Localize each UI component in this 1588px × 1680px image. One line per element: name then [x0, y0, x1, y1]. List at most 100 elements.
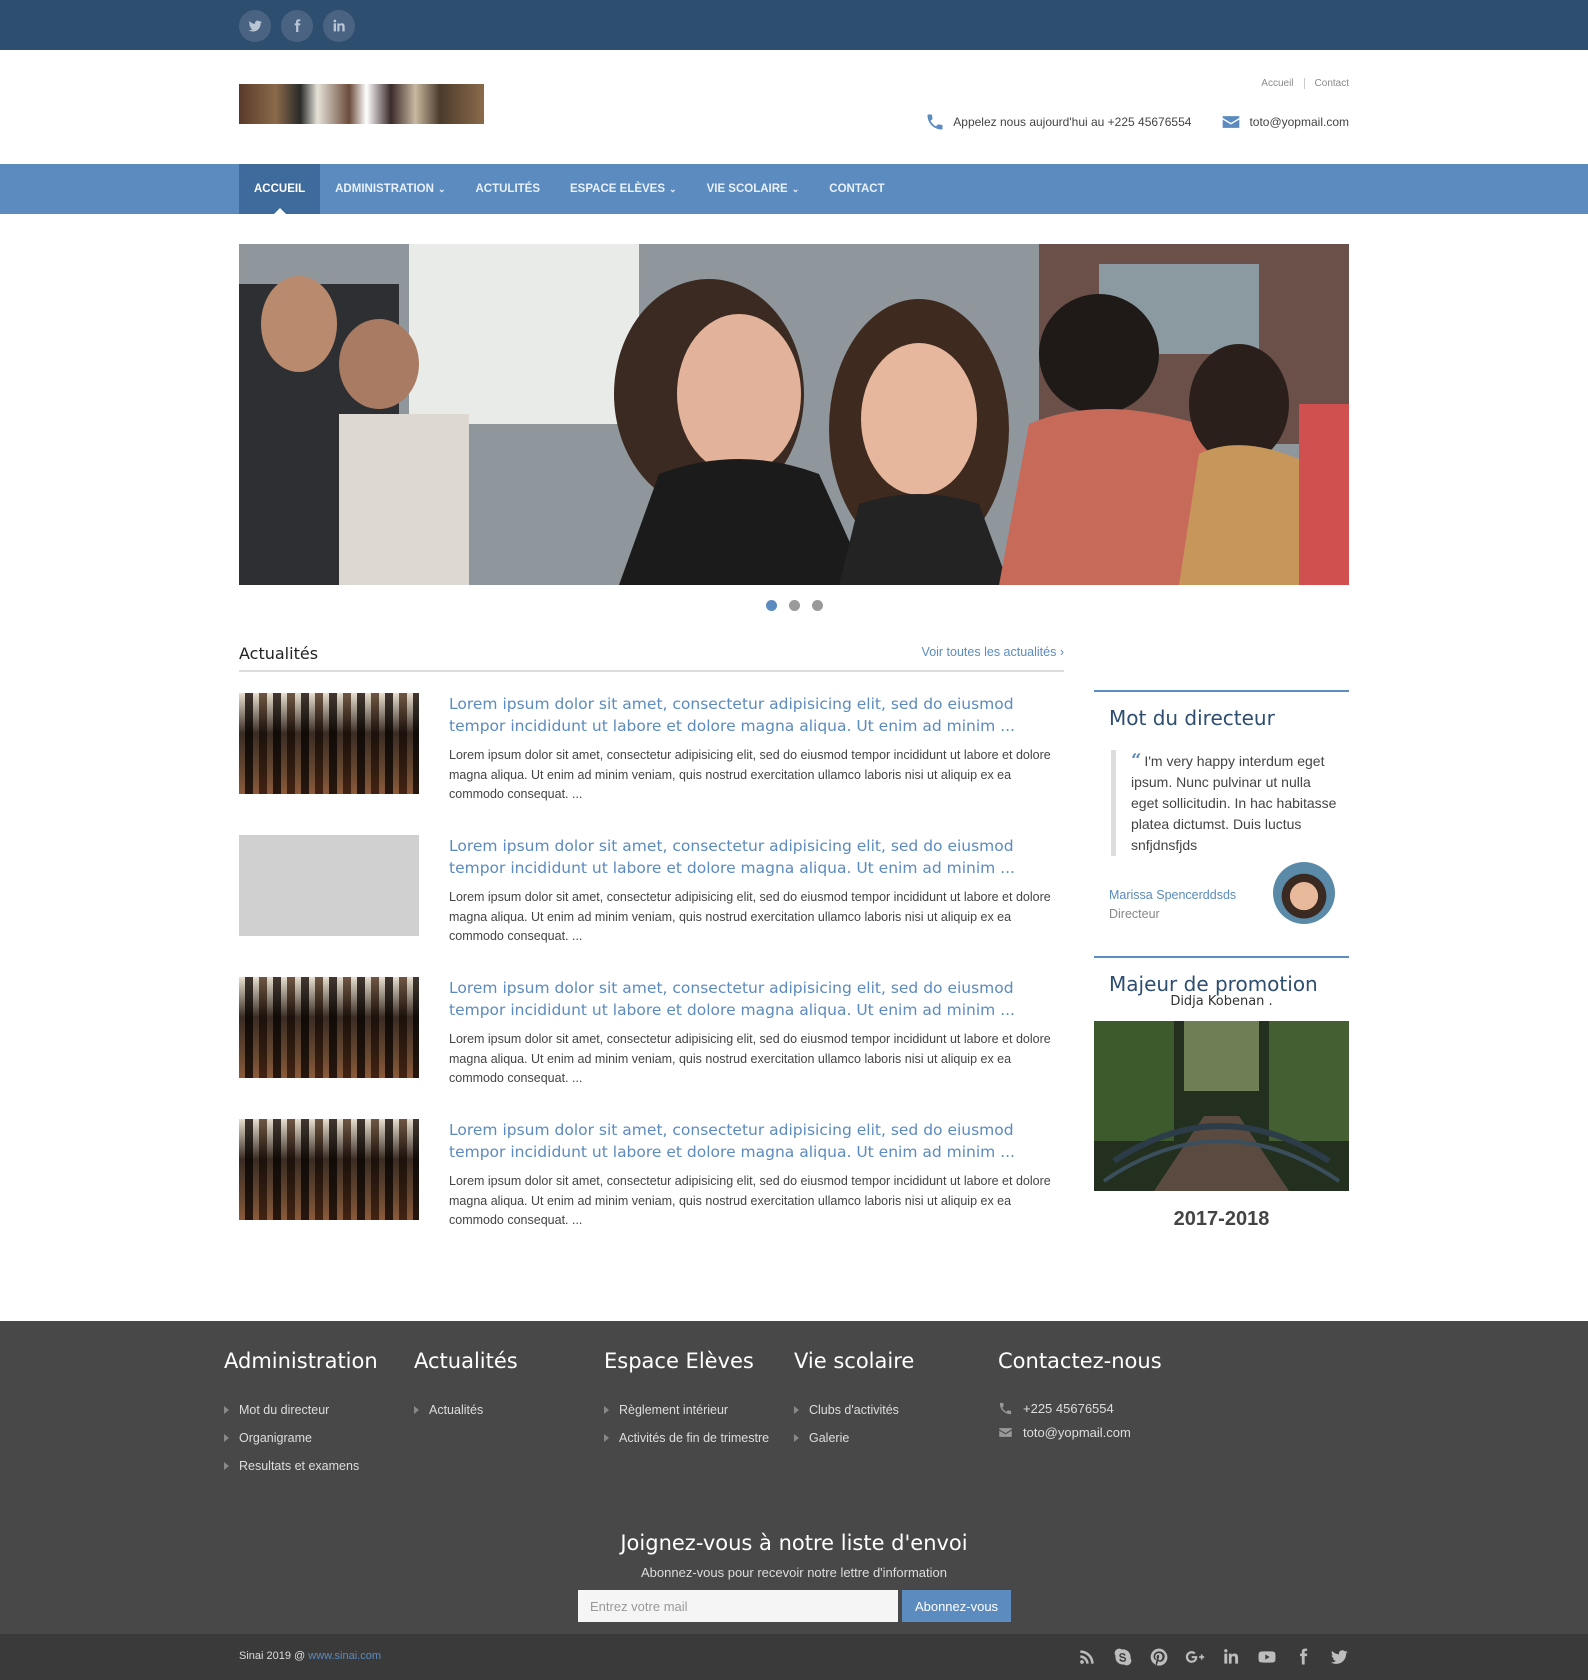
footer-column-title: Vie scolaire [794, 1349, 915, 1373]
hero-slider[interactable] [239, 244, 1349, 585]
bottom-social-links [1077, 1647, 1349, 1667]
slider-dots [0, 600, 1588, 611]
phone-icon [927, 114, 943, 130]
promo-student-name: Didja Kobenan . [1170, 994, 1273, 1009]
nav-label: ACTULITÉS [475, 183, 541, 195]
footer-email: toto@yopmail.com [998, 1420, 1162, 1444]
twitter-icon[interactable] [239, 10, 271, 42]
footer-column-vie-scolaire: Vie scolaire Clubs d'activités Galerie [794, 1349, 914, 1452]
header-email: toto@yopmail.com [1221, 112, 1349, 132]
footer-link[interactable]: Actualités [414, 1396, 518, 1424]
news-thumbnail[interactable] [239, 835, 419, 936]
director-title: Mot du directeur [1109, 706, 1275, 730]
main-nav: ACCUEIL ADMINISTRATION ⌄ ACTULITÉS ESPACE… [0, 164, 1588, 214]
news-excerpt: Lorem ipsum dolor sit amet, consectetur … [449, 1032, 1051, 1085]
footer-contact-title: Contactez-nous [998, 1349, 1162, 1373]
footer-link[interactable]: Galerie [794, 1424, 914, 1452]
footer-link[interactable]: Règlement intérieur [604, 1396, 769, 1424]
footer-phone: +225 45676554 [998, 1396, 1162, 1420]
site-logo[interactable] [239, 84, 484, 124]
site-link[interactable]: www.sinai.com [308, 1650, 381, 1662]
promo-image [1094, 1021, 1349, 1191]
footer-link-label: Clubs d'activités [809, 1403, 899, 1417]
director-quote-text: I'm very happy interdum eget ipsum. Nunc… [1131, 753, 1337, 853]
header-contact: Appelez nous aujourd'hui au +225 4567655… [925, 112, 1349, 132]
quote-icon: “ [1131, 750, 1142, 771]
footer-link[interactable]: Resultats et examens [224, 1452, 378, 1480]
footer-link[interactable]: Clubs d'activités [794, 1396, 914, 1424]
news-thumbnail[interactable] [239, 693, 419, 794]
news-thumbnail[interactable] [239, 977, 419, 1078]
pinterest-icon[interactable] [1149, 1647, 1169, 1667]
nav-item-vie-scolaire[interactable]: VIE SCOLAIRE ⌄ [692, 164, 815, 214]
footer-link-label: Activités de fin de trimestre [619, 1431, 770, 1445]
newsletter-title: Joignez-vous à notre liste d'envoi [620, 1531, 968, 1555]
footer-link[interactable]: Mot du directeur [224, 1396, 378, 1424]
copyright: Sinai 2019 @ www.sinai.com [239, 1650, 381, 1662]
nav-item-administration[interactable]: ADMINISTRATION ⌄ [320, 164, 460, 214]
footer-phone-text: +225 45676554 [1023, 1400, 1114, 1416]
google-plus-icon[interactable] [1185, 1647, 1205, 1667]
news-excerpt: Lorem ipsum dolor sit amet, consectetur … [449, 748, 1051, 801]
director-name[interactable]: Marissa Spencerddsds [1109, 888, 1236, 902]
footer-link[interactable]: Activités de fin de trimestre [604, 1424, 769, 1452]
news-item: Lorem ipsum dolor sit amet, consectetur … [239, 1119, 1064, 1229]
caret-right-icon [604, 1406, 609, 1414]
header-link-accueil[interactable]: Accueil [1251, 78, 1303, 89]
news-headline[interactable]: Lorem ipsum dolor sit amet, consectetur … [449, 1119, 1049, 1163]
news-item: Lorem ipsum dolor sit amet, consectetur … [239, 693, 1064, 803]
facebook-icon[interactable] [1293, 1647, 1313, 1667]
footer-column-title: Administration [224, 1349, 378, 1373]
rss-icon[interactable] [1077, 1647, 1097, 1667]
header-phone-text: Appelez nous aujourd'hui au +225 4567655… [953, 115, 1192, 129]
slider-dot[interactable] [765, 600, 777, 611]
caret-right-icon [414, 1406, 419, 1414]
promo-block: Majeur de promotion Didja Kobenan . 2017… [1094, 956, 1349, 1236]
nav-item-actualites[interactable]: ACTULITÉS [460, 164, 555, 214]
envelope-icon [999, 1427, 1012, 1437]
caret-right-icon [794, 1434, 799, 1442]
news-excerpt: Lorem ipsum dolor sit amet, consectetur … [449, 1174, 1051, 1227]
caret-right-icon [224, 1406, 229, 1414]
header-email-text[interactable]: toto@yopmail.com [1249, 115, 1349, 129]
news-headline[interactable]: Lorem ipsum dolor sit amet, consectetur … [449, 835, 1049, 879]
nav-label: ESPACE ELÈVES [570, 183, 666, 195]
footer-link-label: Mot du directeur [239, 1403, 330, 1417]
nav-item-contact[interactable]: CONTACT [814, 164, 899, 214]
footer-link[interactable]: Organigrame [224, 1424, 378, 1452]
youtube-icon[interactable] [1257, 1647, 1277, 1667]
subscribe-button[interactable]: Abonnez-vous [902, 1590, 1011, 1622]
footer: Administration Mot du directeur Organigr… [0, 1321, 1588, 1634]
newsletter-email-input[interactable] [578, 1590, 898, 1622]
news-headline[interactable]: Lorem ipsum dolor sit amet, consectetur … [449, 977, 1049, 1021]
top-bar [0, 0, 1588, 50]
header-link-contact[interactable]: Contact [1303, 78, 1349, 89]
nav-label: ACCUEIL [254, 183, 306, 195]
nav-label: CONTACT [829, 183, 885, 195]
nav-item-espace-eleves[interactable]: ESPACE ELÈVES ⌄ [555, 164, 692, 214]
news-see-all-link[interactable]: Voir toutes les actualités › [922, 645, 1064, 659]
caret-right-icon [794, 1406, 799, 1414]
linkedin-icon[interactable] [1221, 1647, 1241, 1667]
linkedin-icon[interactable] [323, 10, 355, 42]
chevron-down-icon: ⌄ [669, 183, 677, 194]
news-header: Actualités Voir toutes les actualités › [239, 640, 1064, 672]
slider-dot[interactable] [788, 600, 800, 611]
news-thumbnail[interactable] [239, 1119, 419, 1220]
nav-item-accueil[interactable]: ACCUEIL [239, 164, 321, 214]
promo-title: Majeur de promotion [1109, 972, 1318, 996]
skype-icon[interactable] [1113, 1647, 1133, 1667]
caret-right-icon [224, 1462, 229, 1470]
news-headline[interactable]: Lorem ipsum dolor sit amet, consectetur … [449, 693, 1049, 737]
twitter-icon[interactable] [1329, 1647, 1349, 1667]
slider-dot[interactable] [811, 600, 823, 611]
newsletter-form: Abonnez-vous [578, 1590, 1011, 1622]
footer-link-label: Actualités [429, 1403, 484, 1417]
caret-right-icon [224, 1434, 229, 1442]
copyright-text: Sinai 2019 @ [239, 1650, 306, 1662]
footer-column-title: Espace Elèves [604, 1349, 754, 1373]
facebook-icon[interactable] [281, 10, 313, 42]
footer-email-text[interactable]: toto@yopmail.com [1023, 1425, 1131, 1440]
director-avatar [1273, 862, 1335, 924]
chevron-right-icon: › [1059, 645, 1064, 659]
